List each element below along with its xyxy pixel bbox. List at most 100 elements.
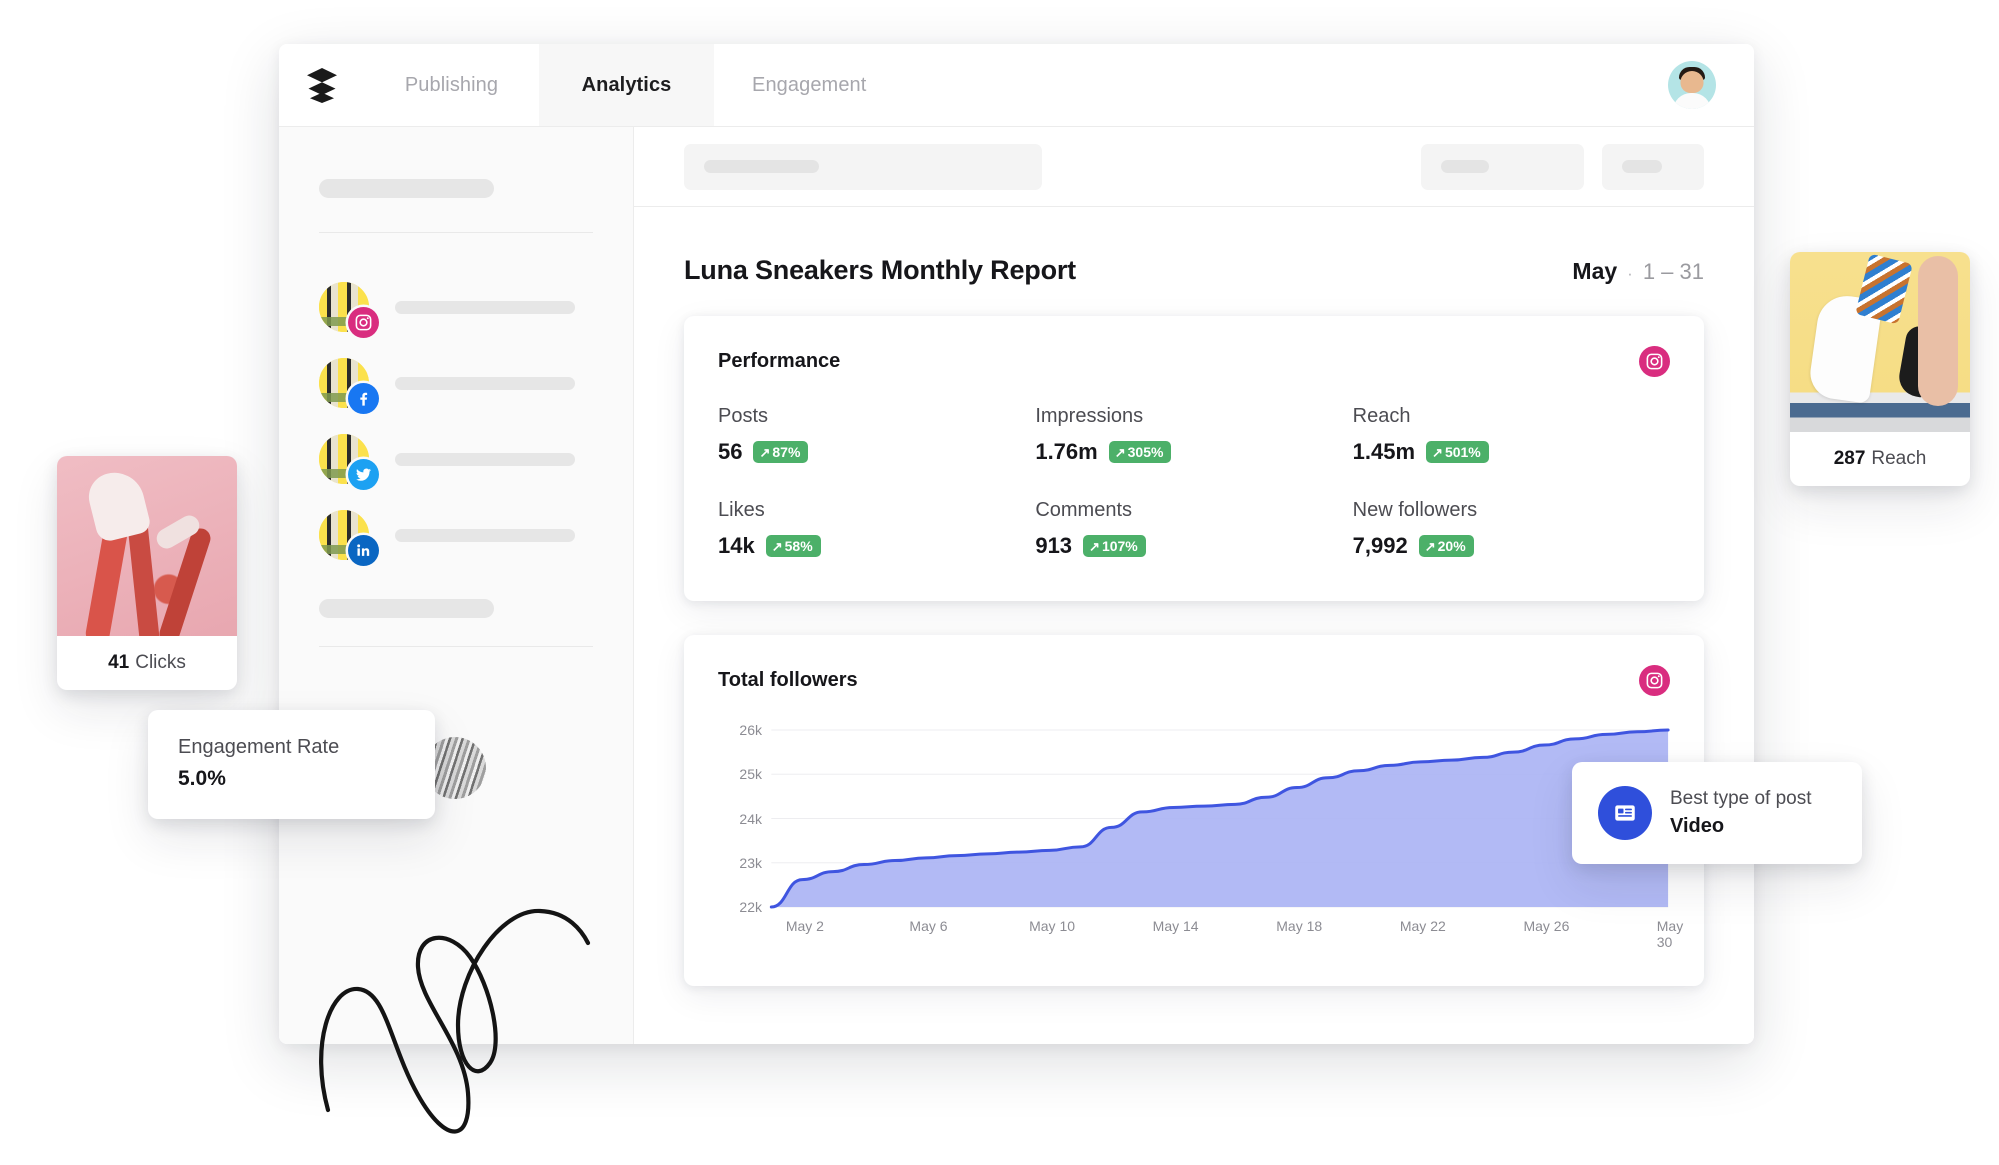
avatar[interactable] [1668, 61, 1716, 109]
stat-row: 56 ↗ 87% [718, 439, 1035, 465]
sidebar-divider-bottom [319, 646, 593, 647]
channel-avatar [319, 282, 379, 338]
channel-list [319, 269, 593, 573]
stat-label: Reach [1352, 405, 1411, 427]
instagram-icon [1639, 346, 1670, 377]
badge-delta: 87% [772, 444, 801, 460]
channel-avatar [319, 358, 379, 414]
stat-posts: Posts 56 ↗ 87% [718, 405, 1035, 465]
x-axis-tick-label: May 18 [1276, 918, 1323, 934]
facebook-icon [348, 383, 379, 414]
clicks-card-caption: 41 Clicks [57, 636, 237, 690]
avatar-body [1673, 93, 1711, 109]
report-date-range[interactable]: May · 1 – 31 [1572, 258, 1704, 285]
x-axis-tick-label: May 14 [1152, 918, 1199, 934]
search-placeholder [704, 160, 819, 173]
stat-impressions: Impressions 1.76m ↗ 305% [1035, 405, 1352, 465]
channel-name-placeholder [395, 376, 575, 390]
trend-up-icon: ↗ [759, 444, 771, 460]
sidebar-divider [319, 232, 593, 233]
best-post-type-text: Best type of post Video [1670, 788, 1812, 838]
y-axis-tick-label: 26k [739, 722, 762, 738]
top-navigation: Publishing Analytics Engagement [279, 44, 1754, 127]
badge-delta: 305% [1127, 444, 1164, 460]
filter-dropdown[interactable] [1421, 143, 1584, 190]
performance-card-header: Performance [684, 316, 1704, 377]
x-axis-tick-label: May 10 [1029, 918, 1076, 934]
main-content: Luna Sneakers Monthly Report May · 1 – 3… [634, 127, 1754, 1044]
clicks-label: Clicks [135, 652, 186, 673]
performance-card: Performance Posts 56 ↗ 87% Impressions 1… [684, 316, 1704, 601]
engagement-rate-value: 5.0% [178, 767, 226, 790]
tab-publishing-label: Publishing [404, 73, 499, 96]
sidebar-footer-placeholder [319, 599, 494, 618]
sidebar-title-placeholder [319, 179, 494, 198]
trend-up-icon: ↗ [1432, 444, 1443, 460]
instagram-icon [348, 307, 379, 338]
stat-likes: Likes 14k ↗ 58% [718, 499, 1035, 559]
report-days: 1 – 31 [1642, 259, 1704, 284]
filter-placeholder [1441, 160, 1489, 173]
badge-delta: 501% [1444, 444, 1481, 460]
total-followers-card: Total followers 22k 23k 24k 25k 26k May … [684, 635, 1704, 986]
report-month: May [1572, 258, 1618, 284]
sidebar-item-instagram[interactable] [319, 269, 593, 345]
engagement-rate-label: Engagement Rate [178, 736, 340, 758]
y-axis-ticks: 22k 23k 24k 25k 26k [718, 722, 762, 915]
stat-row: 913 ↗ 107% [1035, 533, 1352, 559]
tab-analytics[interactable]: Analytics [539, 44, 714, 126]
reach-label: Reach [1871, 448, 1927, 469]
reach-card-photo [1790, 252, 1970, 432]
performance-stats-grid: Posts 56 ↗ 87% Impressions 1.76m ↗ 305% … [684, 377, 1704, 601]
sidebar-item-linkedin[interactable] [319, 497, 593, 573]
report-date-separator: · [1627, 264, 1633, 283]
stat-label: Impressions [1035, 405, 1144, 427]
article-post-glyph [1615, 805, 1635, 821]
tab-engagement[interactable]: Engagement [714, 44, 904, 126]
buffer-layers-logo-icon [306, 68, 337, 103]
trend-up-icon: ↗ [1089, 538, 1100, 554]
search-input[interactable] [684, 143, 1042, 190]
nav-right-cluster [1668, 44, 1754, 126]
stat-value: 913 [1035, 533, 1073, 558]
content-toolbar [634, 127, 1754, 207]
range-placeholder [1622, 160, 1662, 173]
best-post-type-card[interactable]: Best type of post Video [1572, 762, 1862, 864]
channel-name-placeholder [395, 528, 575, 542]
status-badge: ↗ 107% [1083, 535, 1146, 557]
sidebar-item-facebook[interactable] [319, 345, 593, 421]
tab-publishing[interactable]: Publishing [364, 44, 539, 126]
report-header: Luna Sneakers Monthly Report May · 1 – 3… [634, 207, 1754, 286]
reach-highlight-card[interactable]: 287 Reach [1790, 252, 1970, 486]
y-axis-tick-label: 23k [739, 854, 762, 871]
stat-new-followers: New followers 7,992 ↗ 20% [1353, 499, 1670, 559]
sidebar-item-twitter[interactable] [319, 421, 593, 497]
stat-comments: Comments 913 ↗ 107% [1035, 499, 1352, 559]
x-axis-tick-label: May 22 [1399, 918, 1446, 934]
status-badge: ↗ 305% [1108, 441, 1172, 463]
page-title: Luna Sneakers Monthly Report [684, 255, 1076, 285]
stat-value: 7,992 [1352, 533, 1408, 558]
channel-name-placeholder [395, 452, 575, 466]
reach-value: 287 [1833, 448, 1866, 469]
clicks-highlight-card[interactable]: 41 Clicks [57, 456, 237, 690]
channel-avatar [319, 434, 379, 490]
reach-card-caption: 287 Reach [1790, 432, 1970, 486]
app-logo[interactable] [279, 44, 364, 126]
performance-title: Performance [718, 350, 841, 372]
stat-value: 1.45m [1352, 439, 1416, 464]
stat-label: Comments [1035, 499, 1133, 521]
followers-area-chart: 22k 23k 24k 25k 26k May 2 May 6 May 10 May 14 Ma… [718, 722, 1683, 952]
status-badge: ↗ 87% [753, 441, 809, 463]
badge-delta: 58% [784, 538, 813, 554]
best-post-type-label: Best type of post [1670, 788, 1812, 809]
x-axis-tick-label: May 2 [785, 918, 824, 934]
engagement-rate-card[interactable]: Engagement Rate 5.0% [148, 710, 435, 819]
range-dropdown[interactable] [1602, 143, 1704, 190]
stat-row: 1.45m ↗ 501% [1353, 439, 1670, 465]
article-post-icon [1598, 786, 1652, 840]
trend-up-icon: ↗ [1114, 444, 1126, 460]
trend-up-icon: ↗ [771, 538, 783, 554]
avatar-face [1680, 71, 1704, 93]
stat-reach: Reach 1.45m ↗ 501% [1353, 405, 1670, 465]
